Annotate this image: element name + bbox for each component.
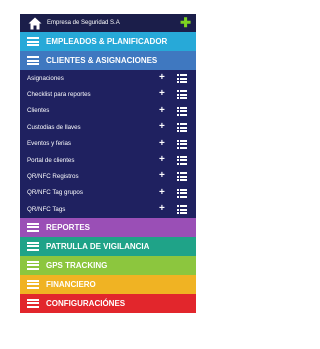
section-label: FINANCIERO [46, 279, 96, 289]
hamburger-icon [27, 260, 39, 270]
submenu-item-label: Custodias de llaves [27, 123, 81, 131]
section-configuraciones[interactable]: CONFIGURACIÓNES [20, 293, 196, 313]
hamburger-icon [27, 298, 39, 308]
hamburger-icon [27, 222, 39, 232]
submenu-item-qr-nfc-tags[interactable]: QR/NFC Tags + [20, 201, 196, 217]
submenu-item-checklist-para-reportes[interactable]: Checklist para reportes + [20, 86, 196, 102]
section-label: EMPLEADOS & PLANIFICADOR [46, 37, 168, 46]
submenu-item-label: Portal de clientes [27, 156, 75, 164]
plus-icon[interactable]: + [159, 88, 165, 100]
list-icon[interactable] [177, 123, 187, 133]
company-name: Empresa de Seguridad S.A [47, 20, 120, 26]
submenu-item-label: Asignaciones [27, 74, 64, 82]
submenu-item-clientes[interactable]: Clientes + [20, 103, 196, 119]
plus-icon[interactable]: + [159, 187, 165, 199]
submenu-item-label: Clientes [27, 107, 50, 115]
navigation-menu: Empresa de Seguridad S.A ✚ EMPLEADOS & P… [20, 14, 196, 313]
submenu-item-label: QR/NFC Registros [27, 173, 79, 181]
hamburger-icon [27, 279, 39, 289]
list-icon[interactable] [177, 155, 187, 165]
submenu-item-label: Checklist para reportes [27, 91, 91, 99]
plus-icon[interactable]: + [159, 138, 165, 150]
plus-icon[interactable]: + [159, 105, 165, 117]
plus-icon[interactable]: + [159, 170, 165, 182]
hamburger-icon [27, 56, 39, 65]
section-financiero[interactable]: FINANCIERO [20, 274, 196, 294]
submenu-item-label: QR/NFC Tags [27, 205, 66, 213]
section-clientes-asignaciones[interactable]: CLIENTES & ASIGNACIONES [20, 51, 196, 70]
list-icon[interactable] [177, 106, 187, 116]
add-icon[interactable]: ✚ [180, 16, 191, 29]
list-icon[interactable] [177, 74, 187, 83]
submenu-item-qr-nfc-registros[interactable]: QR/NFC Registros + [20, 168, 196, 184]
section-label: REPORTES [46, 222, 91, 232]
section-empleados-planificador[interactable]: EMPLEADOS & PLANIFICADOR [20, 32, 196, 51]
section-label: GPS TRACKING [46, 260, 108, 270]
plus-icon[interactable]: + [159, 203, 165, 215]
hamburger-icon [27, 241, 39, 251]
plus-icon[interactable]: + [159, 154, 165, 166]
submenu-item-label: Eventos y ferias [27, 140, 72, 148]
home-icon[interactable] [26, 16, 44, 30]
submenu-item-label: QR/NFC Tag grupos [27, 189, 83, 197]
section-label: CONFIGURACIÓNES [46, 298, 126, 308]
submenu-item-asignaciones[interactable]: Asignaciones + [20, 70, 196, 86]
list-icon[interactable] [177, 139, 187, 149]
plus-icon[interactable]: + [159, 121, 165, 133]
list-icon[interactable] [177, 205, 187, 215]
section-label: CLIENTES & ASIGNACIONES [46, 56, 158, 65]
list-icon[interactable] [177, 172, 187, 182]
client-submenu: Asignaciones + Checklist para reportes + Cli… [20, 70, 196, 218]
section-label: PATRULLA DE VIGILANCIA [46, 241, 150, 251]
list-icon[interactable] [177, 188, 187, 198]
hamburger-icon [27, 37, 39, 46]
section-reportes[interactable]: REPORTES [20, 217, 196, 237]
section-gps-tracking[interactable]: GPS TRACKING [20, 255, 196, 275]
submenu-item-custodias-de-llaves[interactable]: Custodias de llaves + [20, 119, 196, 135]
submenu-item-portal-de-clientes[interactable]: Portal de clientes + [20, 152, 196, 168]
submenu-item-qr-nfc-tag-grupos[interactable]: QR/NFC Tag grupos + [20, 185, 196, 201]
list-icon[interactable] [177, 90, 187, 100]
section-patrulla-de-vigilancia[interactable]: PATRULLA DE VIGILANCIA [20, 236, 196, 256]
submenu-item-eventos-y-ferias[interactable]: Eventos y ferias + [20, 136, 196, 152]
header-bar: Empresa de Seguridad S.A ✚ [20, 14, 196, 32]
plus-icon[interactable]: + [159, 72, 165, 84]
